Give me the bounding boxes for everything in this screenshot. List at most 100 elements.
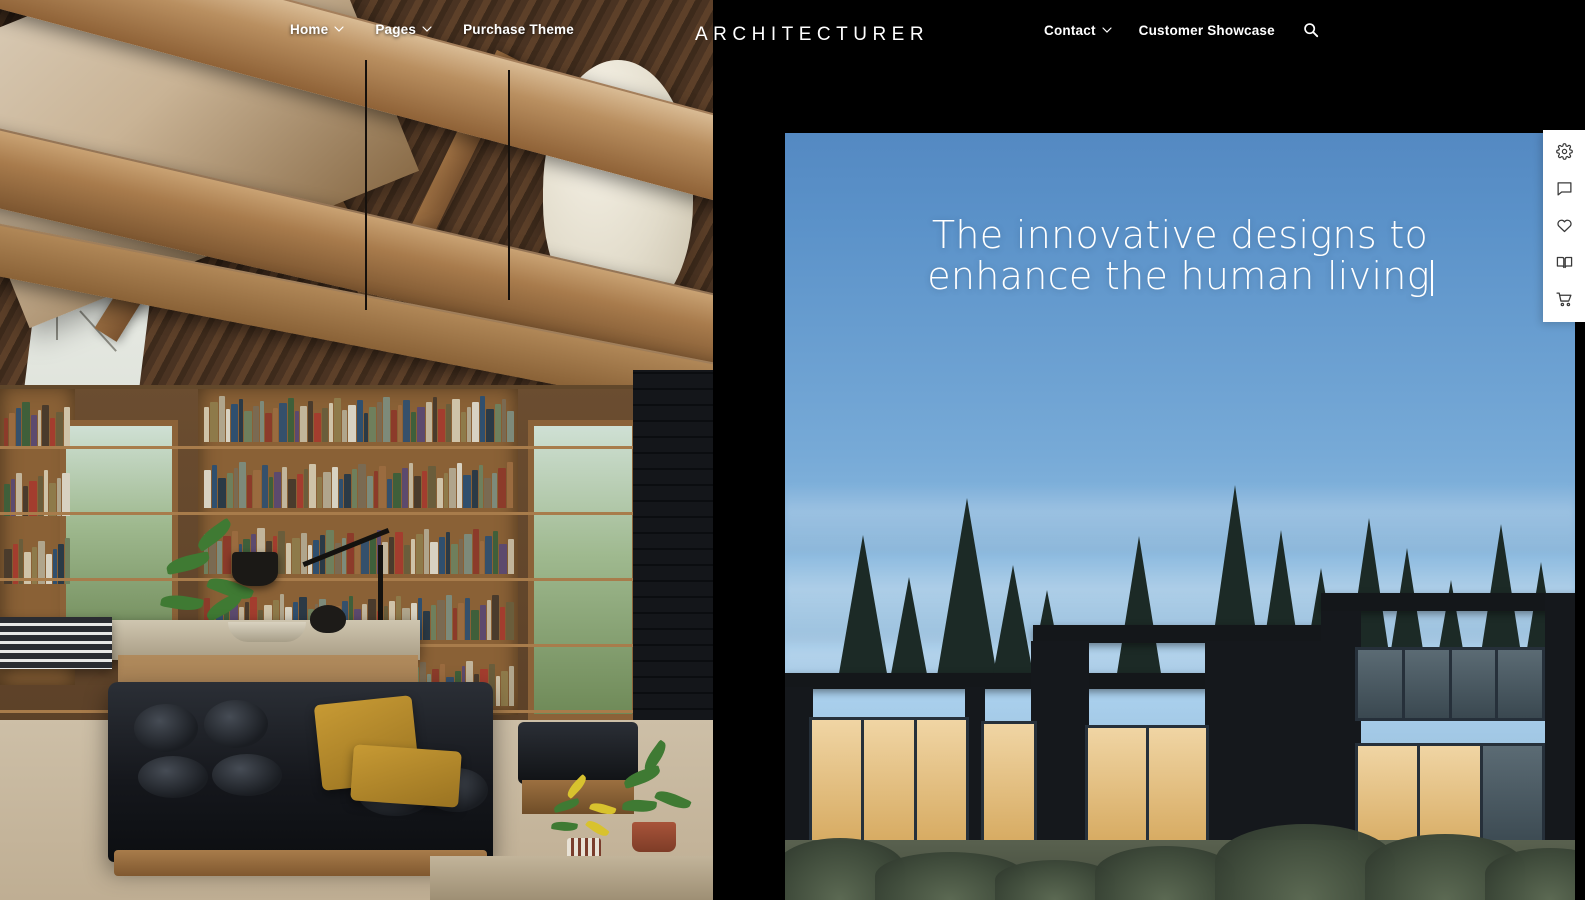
book-spine bbox=[393, 473, 401, 508]
side-tool-panel bbox=[1543, 130, 1585, 322]
book-spine bbox=[204, 470, 211, 508]
nav-item-label: Customer Showcase bbox=[1138, 22, 1275, 38]
book-spine bbox=[278, 531, 285, 574]
nav-item-home[interactable]: Home bbox=[290, 22, 344, 37]
book-spine bbox=[344, 474, 351, 508]
book-spine bbox=[354, 545, 360, 574]
bookshelf-row bbox=[4, 400, 70, 448]
book-spine bbox=[422, 471, 427, 508]
nav-item-label: Purchase Theme bbox=[463, 22, 574, 37]
book-spine bbox=[395, 532, 404, 574]
book-spine bbox=[37, 476, 44, 516]
book-spine bbox=[424, 529, 429, 574]
search-icon[interactable] bbox=[1303, 22, 1319, 38]
book-spine bbox=[30, 415, 37, 448]
book-spine bbox=[508, 666, 514, 706]
book-spine bbox=[416, 534, 424, 574]
book-spine bbox=[274, 472, 281, 508]
book-spine bbox=[244, 411, 253, 442]
shopping-cart-icon[interactable] bbox=[1553, 288, 1575, 310]
book-spine bbox=[300, 533, 307, 574]
book-spine bbox=[64, 407, 70, 448]
text-caret bbox=[1430, 260, 1433, 297]
book-spine bbox=[457, 463, 462, 508]
book-spine bbox=[437, 409, 445, 442]
book-spine bbox=[356, 400, 363, 442]
book-spine bbox=[44, 470, 48, 516]
book-spine bbox=[367, 476, 373, 508]
book-spine bbox=[437, 478, 443, 508]
settings-icon[interactable] bbox=[1553, 140, 1575, 162]
book-spine bbox=[402, 468, 408, 508]
book-spine bbox=[403, 400, 411, 442]
book-spine bbox=[4, 418, 8, 448]
book-spine bbox=[409, 463, 413, 508]
coffee-table bbox=[430, 856, 713, 900]
book-spine bbox=[414, 476, 421, 508]
bookshelf-row bbox=[4, 536, 70, 584]
shrub bbox=[1095, 846, 1235, 900]
book-spine bbox=[391, 410, 398, 442]
chevron-down-icon bbox=[422, 24, 432, 33]
book-spine bbox=[322, 408, 329, 442]
chat-bubble-icon[interactable] bbox=[1553, 177, 1575, 199]
book-spine bbox=[332, 467, 338, 508]
left-hero-image bbox=[0, 0, 713, 900]
book-spine bbox=[472, 470, 478, 508]
book-spine bbox=[501, 399, 506, 442]
book-spine bbox=[334, 398, 342, 442]
book-spine bbox=[498, 468, 506, 508]
paper-stack bbox=[0, 617, 112, 669]
book-spine bbox=[487, 600, 492, 640]
book-spine bbox=[436, 600, 445, 640]
book-spine bbox=[411, 412, 417, 442]
dim-window bbox=[1355, 647, 1545, 721]
book-spine bbox=[218, 396, 225, 442]
book-spine bbox=[376, 402, 382, 442]
book-spine bbox=[363, 413, 368, 442]
book-spine bbox=[457, 603, 465, 640]
nav-item-customer-showcase[interactable]: Customer Showcase bbox=[1139, 23, 1275, 38]
book-spine bbox=[486, 409, 495, 442]
heart-icon[interactable] bbox=[1553, 214, 1575, 236]
book-spine bbox=[309, 464, 316, 508]
book-spine bbox=[445, 532, 450, 574]
book-spine bbox=[56, 478, 62, 516]
book-spine bbox=[299, 406, 307, 442]
book-spine bbox=[444, 473, 448, 508]
book-spine bbox=[496, 676, 500, 706]
book-spine bbox=[360, 540, 369, 574]
book-spine bbox=[291, 538, 300, 574]
book-spine bbox=[449, 468, 456, 508]
book-spine bbox=[10, 479, 15, 516]
book-spine bbox=[225, 409, 230, 442]
book-spine bbox=[479, 465, 483, 508]
book-spine bbox=[452, 608, 457, 640]
book-spine bbox=[262, 465, 268, 508]
nav-item-pages[interactable]: Pages bbox=[375, 22, 432, 37]
book-spine bbox=[423, 611, 430, 640]
book-spine bbox=[269, 477, 273, 508]
book-spine bbox=[218, 478, 226, 508]
nav-item-label: Pages bbox=[375, 22, 417, 37]
book-spine bbox=[282, 467, 287, 508]
book-icon[interactable] bbox=[1553, 251, 1575, 273]
house-silhouette bbox=[785, 593, 1575, 900]
book-spine bbox=[445, 404, 451, 442]
book-spine bbox=[404, 545, 411, 574]
book-spine bbox=[485, 536, 493, 574]
nav-item-purchase-theme[interactable]: Purchase Theme bbox=[463, 22, 574, 37]
nav-item-contact[interactable]: Contact bbox=[1044, 23, 1112, 38]
lit-window bbox=[1085, 725, 1209, 845]
lit-window bbox=[809, 717, 969, 845]
hero-headline: The innovative designs to enhance the hu… bbox=[785, 214, 1575, 297]
book-spine bbox=[313, 413, 322, 442]
book-spine bbox=[389, 537, 395, 574]
book-spine bbox=[287, 398, 294, 442]
book-spine bbox=[492, 595, 499, 640]
book-spine bbox=[204, 407, 209, 442]
book-spine bbox=[55, 412, 64, 448]
site-brand-logo[interactable]: ARCHITECTURER bbox=[695, 24, 929, 46]
chevron-down-icon bbox=[334, 24, 344, 33]
book-spine bbox=[484, 478, 491, 508]
